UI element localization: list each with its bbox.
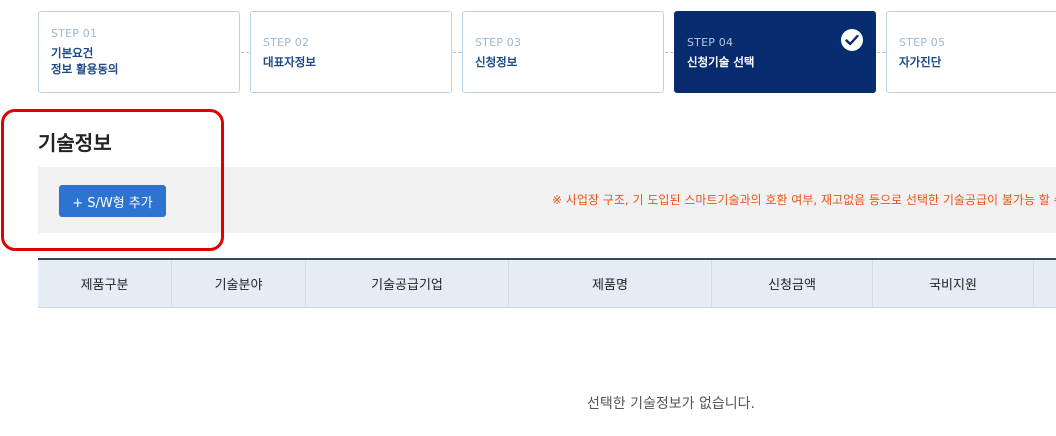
step-connector [241,52,249,53]
step-name: 신청정보 [475,55,518,69]
step-number: STEP 03 [475,36,522,49]
step-name: 대표자정보 [263,55,316,69]
step-number: STEP 05 [899,36,946,49]
empty-message: 선택한 기술정보가 없습니다. [587,396,755,412]
step-connector [665,52,673,53]
column-header: 제품구분 [38,260,172,307]
step-01[interactable]: STEP 01 기본요건 정보 활용동의 [38,11,240,93]
step-number: STEP 02 [263,36,310,49]
step-number: STEP 01 [51,27,98,40]
notice-text: ※ 사업장 구조, 기 도입된 스마트기술과의 호환 여부, 재고없음 등으로 … [552,193,1056,207]
column-header: 기술분야 [172,260,306,307]
column-header [1034,260,1056,307]
column-header: 제품명 [509,260,712,307]
step-05[interactable]: STEP 05 자가진단 [886,11,1056,93]
step-name: 자가진단 [899,55,942,69]
table-header: 제품구분 기술분야 기술공급기업 제품명 신청금액 국비지원 [38,258,1056,308]
highlight-box [1,109,224,251]
check-icon [841,29,863,51]
column-header: 기술공급기업 [306,260,509,307]
step-number: STEP 04 [687,36,734,49]
step-04[interactable]: STEP 04 신청기술 선택 [674,11,876,93]
step-02[interactable]: STEP 02 대표자정보 [250,11,452,93]
column-header: 국비지원 [873,260,1034,307]
step-03[interactable]: STEP 03 신청정보 [462,11,664,93]
step-connector [453,52,461,53]
step-connector [877,52,885,53]
step-name: 신청기술 선택 [687,55,755,69]
step-name: 기본요건 정보 활용동의 [51,46,119,76]
column-header: 신청금액 [712,260,873,307]
step-progress: STEP 01 기본요건 정보 활용동의 STEP 02 대표자정보 STEP … [38,11,1056,95]
